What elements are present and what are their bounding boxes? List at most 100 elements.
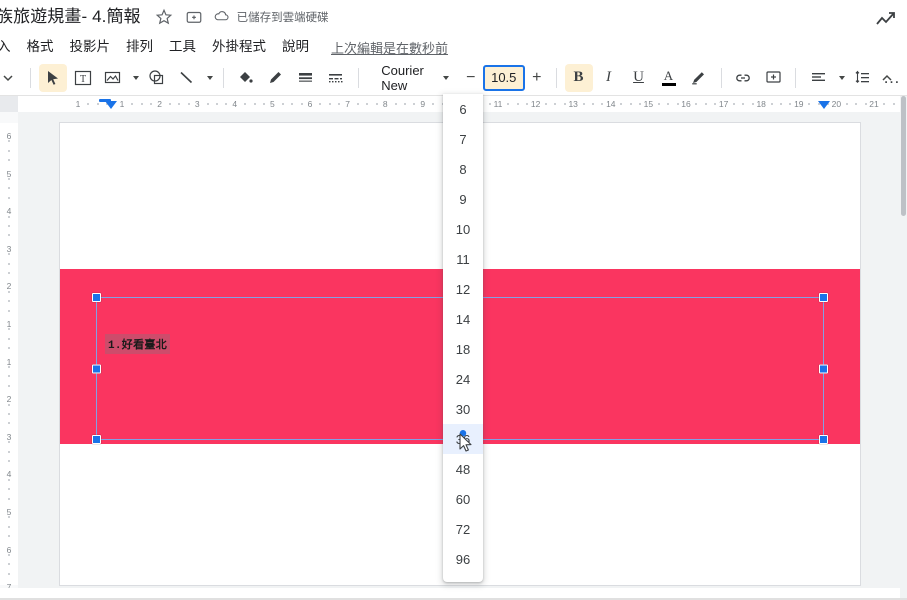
image-dropdown-icon[interactable] bbox=[129, 64, 141, 92]
move-to-folder-icon[interactable] bbox=[185, 8, 203, 26]
ruler-tick-mark bbox=[216, 103, 218, 105]
vruler-tick-mark bbox=[8, 272, 10, 274]
resize-handle-bottom-right[interactable] bbox=[819, 435, 828, 444]
vruler-tick-mark bbox=[8, 554, 10, 556]
ruler-tick-mark bbox=[845, 103, 848, 105]
font-size-increase-button[interactable]: + bbox=[525, 65, 549, 91]
menu-addons[interactable]: 外掛程式 bbox=[204, 36, 274, 58]
font-family-label: Courier New bbox=[381, 62, 424, 93]
font-size-option-24[interactable]: 24 bbox=[443, 364, 483, 394]
collapse-toolbar-icon[interactable] bbox=[873, 64, 901, 92]
bold-button[interactable]: B bbox=[564, 63, 593, 92]
line-weight-icon[interactable] bbox=[292, 64, 320, 92]
menu-help[interactable]: 說明 bbox=[274, 36, 317, 58]
underline-button[interactable]: U bbox=[625, 64, 653, 92]
menu-slide[interactable]: 投影片 bbox=[62, 36, 119, 58]
indent-marker[interactable] bbox=[105, 101, 117, 109]
select-tool-button[interactable] bbox=[38, 63, 67, 92]
save-status[interactable]: 已儲存到雲端硬碟 bbox=[213, 7, 329, 27]
font-size-option-36[interactable]: 36 bbox=[443, 424, 483, 454]
slide-text-content[interactable]: 1.好看臺北 bbox=[105, 334, 171, 354]
indent-bar[interactable] bbox=[99, 99, 111, 102]
ruler-tick-mark bbox=[328, 103, 331, 105]
font-size-option-10[interactable]: 10 bbox=[443, 214, 483, 244]
image-icon[interactable] bbox=[99, 64, 127, 92]
fill-color-icon[interactable] bbox=[232, 64, 260, 92]
font-size-option-12[interactable]: 12 bbox=[443, 274, 483, 304]
ruler-tick-label: 8 bbox=[382, 99, 388, 109]
vruler-tick-mark bbox=[8, 225, 10, 227]
vruler-tick-mark bbox=[8, 516, 10, 519]
star-icon[interactable] bbox=[155, 8, 173, 26]
vertical-ruler[interactable]: 65432112345673 bbox=[0, 112, 18, 588]
font-size-option-9[interactable]: 9 bbox=[443, 184, 483, 214]
font-size-option-30[interactable]: 30 bbox=[443, 394, 483, 424]
font-size-option-60[interactable]: 60 bbox=[443, 484, 483, 514]
line-icon[interactable] bbox=[173, 64, 201, 92]
font-size-option-6[interactable]: 6 bbox=[443, 94, 483, 124]
font-size-decrease-button[interactable]: − bbox=[459, 65, 483, 91]
ruler-tick-label: 14 bbox=[606, 99, 616, 109]
add-comment-icon[interactable] bbox=[759, 64, 787, 92]
font-family-selector[interactable]: Courier New bbox=[377, 62, 455, 93]
vruler-tick-mark bbox=[8, 535, 10, 538]
line-dash-icon[interactable] bbox=[322, 64, 350, 92]
cloud-icon bbox=[213, 7, 230, 27]
ruler-tick-label: 12 bbox=[530, 99, 541, 109]
text-box-icon[interactable]: T bbox=[69, 64, 97, 92]
indent-marker-right[interactable] bbox=[818, 101, 830, 109]
vertical-ruler-track[interactable]: 65432112345673 bbox=[0, 123, 18, 588]
vertical-scrollbar[interactable] bbox=[900, 96, 907, 600]
trending-up-icon[interactable] bbox=[875, 10, 899, 33]
align-dropdown-icon[interactable] bbox=[834, 64, 846, 92]
shape-icon[interactable] bbox=[143, 64, 171, 92]
highlighter-icon[interactable] bbox=[685, 64, 713, 92]
ruler-tick-mark bbox=[178, 103, 181, 105]
pencil-icon[interactable] bbox=[262, 64, 290, 92]
ruler-tick-mark bbox=[855, 103, 858, 105]
font-size-option-11[interactable]: 11 bbox=[443, 244, 483, 274]
link-icon[interactable] bbox=[729, 64, 757, 92]
font-size-input[interactable]: 10.5 bbox=[482, 64, 525, 91]
toolbar-overflow-left-icon[interactable] bbox=[0, 64, 22, 92]
vruler-tick-mark bbox=[8, 488, 10, 491]
line-spacing-icon[interactable] bbox=[848, 64, 876, 92]
menu-insert[interactable]: 入 bbox=[0, 36, 19, 58]
vruler-tick-mark bbox=[8, 178, 10, 180]
ruler-tick-label: 20 bbox=[831, 99, 842, 109]
ruler-tick-label: 1 bbox=[75, 99, 81, 109]
ruler-tick-mark bbox=[87, 103, 90, 105]
resize-handle-top-left[interactable] bbox=[92, 293, 101, 302]
font-size-option-7[interactable]: 7 bbox=[443, 124, 483, 154]
document-title[interactable]: 族旅遊規畫- 4.簡報 bbox=[0, 6, 141, 28]
menu-format[interactable]: 格式 bbox=[19, 36, 62, 58]
ruler-tick-mark bbox=[291, 103, 294, 105]
vruler-tick-mark bbox=[8, 497, 10, 500]
align-left-icon[interactable] bbox=[804, 64, 832, 92]
resize-handle-middle-left[interactable] bbox=[92, 364, 101, 373]
font-size-option-72[interactable]: 72 bbox=[443, 514, 483, 544]
ruler-tick-mark bbox=[592, 103, 594, 105]
vruler-tick-label: 2 bbox=[6, 281, 12, 292]
resize-handle-top-right[interactable] bbox=[819, 293, 828, 302]
font-size-option-8[interactable]: 8 bbox=[443, 154, 483, 184]
ruler-tick-mark bbox=[629, 103, 632, 105]
font-size-option-14[interactable]: 14 bbox=[443, 304, 483, 334]
menu-tools[interactable]: 工具 bbox=[161, 36, 204, 58]
line-dropdown-icon[interactable] bbox=[203, 64, 215, 92]
font-size-option-96[interactable]: 96 bbox=[443, 544, 483, 574]
ruler-tick-mark bbox=[169, 103, 171, 105]
text-color-button[interactable]: A bbox=[655, 64, 683, 92]
vruler-tick-mark bbox=[8, 441, 10, 444]
vruler-tick-mark bbox=[8, 460, 10, 462]
last-edit-link[interactable]: 上次編輯是在數秒前 bbox=[331, 38, 448, 57]
menu-arrange[interactable]: 排列 bbox=[118, 36, 161, 58]
font-size-option-48[interactable]: 48 bbox=[443, 454, 483, 484]
vruler-tick-mark bbox=[8, 140, 10, 143]
resize-handle-bottom-left[interactable] bbox=[92, 435, 101, 444]
italic-button[interactable]: I bbox=[595, 64, 623, 92]
font-size-option-18[interactable]: 18 bbox=[443, 334, 483, 364]
resize-handle-middle-right[interactable] bbox=[819, 364, 828, 373]
scrollbar-thumb[interactable] bbox=[901, 96, 906, 216]
font-size-dropdown-menu[interactable]: 6 7 8 9 10 11 12 14 18 24 30 36 48 60 72 96 bbox=[443, 94, 483, 582]
